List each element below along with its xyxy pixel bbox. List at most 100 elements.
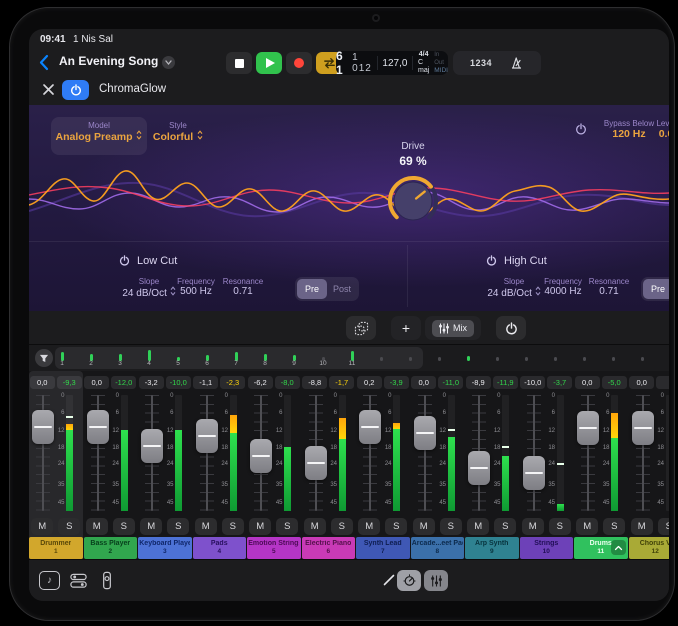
volume-readout[interactable]: -10,0 [520, 376, 545, 389]
solo-button[interactable]: S [276, 518, 298, 535]
solo-button[interactable]: S [58, 518, 80, 535]
mute-button[interactable]: M [576, 518, 598, 535]
track-name[interactable]: Synth Lead7 [356, 537, 410, 559]
fader-handle[interactable] [468, 451, 490, 485]
high-cut-resonance[interactable]: Resonance 0.71 [569, 277, 649, 297]
level-readout[interactable]: -1,7 [329, 376, 354, 389]
track-name[interactable]: Strings10 [520, 537, 574, 559]
track-overview-bridge[interactable]: 1234567891011 [29, 345, 669, 371]
volume-readout[interactable]: 0,0 [575, 376, 600, 389]
model-selector[interactable]: Model Analog Preamp [51, 117, 147, 155]
fader-panel-icon[interactable] [99, 571, 115, 590]
volume-readout[interactable]: 0,0 [411, 376, 436, 389]
fader-handle[interactable] [141, 429, 163, 463]
post-button[interactable]: Post [327, 279, 357, 299]
volume-readout[interactable]: 0,0 [30, 376, 55, 389]
mute-button[interactable]: M [195, 518, 217, 535]
fader-handle[interactable] [414, 416, 436, 450]
plugin-power-button[interactable] [62, 80, 89, 100]
plugins-icon[interactable] [69, 571, 88, 590]
paste-regions-button[interactable] [346, 316, 376, 340]
solo-button[interactable]: S [603, 518, 625, 535]
volume-readout[interactable]: -1,1 [193, 376, 218, 389]
fader-handle[interactable] [196, 419, 218, 453]
low-cut-resonance[interactable]: Resonance 0.71 [203, 277, 283, 297]
volume-readout[interactable]: 0,2 [357, 376, 382, 389]
lcd-display[interactable]: 6 1 1 012 127,0 4/4 C maj In Out MI [336, 51, 448, 75]
back-chevron-icon[interactable] [38, 54, 49, 71]
level-control[interactable]: Level 0.0 [641, 119, 669, 140]
fader-handle[interactable] [577, 411, 599, 445]
track-name[interactable]: Keyboard Player3 [138, 537, 192, 559]
solo-button[interactable]: S [440, 518, 462, 535]
pencil-icon[interactable] [381, 572, 397, 588]
level-readout[interactable]: -3,7 [547, 376, 572, 389]
track-name[interactable]: Chorus V12 [629, 537, 670, 559]
level-readout[interactable]: -11,9 [493, 376, 518, 389]
record-button[interactable] [286, 52, 312, 74]
song-title[interactable]: An Evening Song [59, 54, 158, 68]
high-cut-power-icon[interactable] [486, 255, 497, 266]
solo-button[interactable]: S [549, 518, 571, 535]
mute-button[interactable]: M [467, 518, 489, 535]
volume-readout[interactable]: -8,8 [302, 376, 327, 389]
mute-button[interactable]: M [631, 518, 653, 535]
volume-readout[interactable]: -6,2 [248, 376, 273, 389]
level-readout[interactable]: -12,0 [111, 376, 136, 389]
play-button[interactable] [256, 52, 282, 74]
controls-view-button[interactable] [397, 570, 421, 591]
mix-toggle[interactable]: Mix [425, 316, 481, 340]
mute-button[interactable]: M [31, 518, 53, 535]
track-name[interactable]: Emotion Strings5 [247, 537, 301, 559]
level-readout[interactable]: -3,9 [384, 376, 409, 389]
pre-button[interactable]: Pre [643, 279, 669, 299]
solo-button[interactable]: S [222, 518, 244, 535]
solo-button[interactable]: S [494, 518, 516, 535]
mute-button[interactable]: M [249, 518, 271, 535]
solo-button[interactable]: S [167, 518, 189, 535]
level-readout[interactable]: -9,3 [57, 376, 82, 389]
mute-button[interactable]: M [358, 518, 380, 535]
count-in-button[interactable]: 1234 [470, 58, 492, 68]
solo-button[interactable]: S [385, 518, 407, 535]
mute-button[interactable]: M [140, 518, 162, 535]
song-menu-chevron-icon[interactable] [162, 56, 175, 69]
add-track-button[interactable]: + [391, 316, 421, 340]
track-name[interactable]: Electric Piano6 [302, 537, 356, 559]
volume-readout[interactable]: -8,9 [466, 376, 491, 389]
mute-button[interactable]: M [304, 518, 326, 535]
level-readout[interactable] [656, 376, 669, 389]
level-readout[interactable]: -2,3 [220, 376, 245, 389]
solo-button[interactable]: S [658, 518, 669, 535]
fader-handle[interactable] [305, 446, 327, 480]
level-readout[interactable]: -10,0 [166, 376, 191, 389]
level-readout[interactable]: -11,0 [438, 376, 463, 389]
mute-button[interactable]: M [413, 518, 435, 535]
track-name[interactable]: Drums11 [574, 537, 628, 559]
track-name[interactable]: Pads4 [193, 537, 247, 559]
track-name[interactable]: Drummer1 [29, 537, 83, 559]
fader-handle[interactable] [523, 456, 545, 490]
fader-handle[interactable] [250, 439, 272, 473]
style-selector[interactable]: Style Colorful [145, 117, 211, 155]
solo-button[interactable]: S [113, 518, 135, 535]
volume-readout[interactable]: 0,0 [84, 376, 109, 389]
mixer-view-button[interactable] [424, 570, 448, 591]
track-name[interactable]: Bass Player2 [84, 537, 138, 559]
filter-tracks-button[interactable] [35, 349, 53, 367]
mixer-power-button[interactable] [496, 316, 526, 340]
fader-handle[interactable] [632, 411, 654, 445]
level-readout[interactable]: -8,0 [275, 376, 300, 389]
track-name[interactable]: Arp Synth9 [465, 537, 519, 559]
solo-button[interactable]: S [331, 518, 353, 535]
bypass-power-icon[interactable] [575, 123, 587, 135]
collapse-stack-button[interactable] [611, 540, 626, 555]
track-name[interactable]: Arcade...eet Pad8 [411, 537, 465, 559]
volume-readout[interactable]: 0,0 [629, 376, 654, 389]
fader-handle[interactable] [359, 410, 381, 444]
close-icon[interactable] [42, 83, 55, 96]
level-readout[interactable]: -5,0 [602, 376, 627, 389]
low-cut-power-icon[interactable] [119, 255, 130, 266]
browser-loops-icon[interactable]: ♪ [39, 571, 60, 590]
pre-button[interactable]: Pre [297, 279, 327, 299]
